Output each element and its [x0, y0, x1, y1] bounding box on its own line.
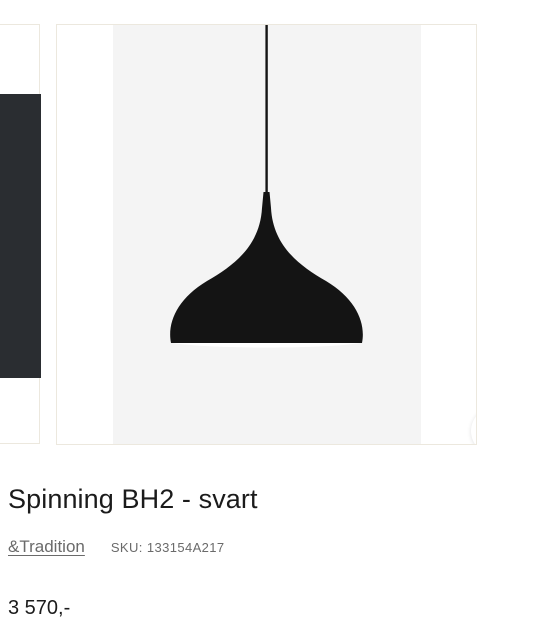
product-title: Spinning BH2 - svart — [8, 484, 258, 514]
previous-product-image — [0, 94, 41, 378]
sku: SKU: 133154A217 — [111, 540, 225, 555]
previous-image-card[interactable] — [0, 24, 41, 444]
lamp-inner-rim — [173, 343, 360, 348]
pendant-lamp-image — [170, 25, 363, 348]
product-page: Spinning BH2 - svart &Tradition SKU: 1331… — [0, 0, 536, 619]
main-product-image-card[interactable] — [56, 24, 477, 445]
product-meta: &Tradition SKU: 133154A217 — [8, 537, 225, 557]
product-price: 3 570,- — [8, 597, 71, 619]
sku-label: SKU: — [110, 540, 143, 555]
lamp-top-fitting — [262, 192, 271, 208]
lamp-cord — [265, 25, 268, 193]
lamp-shade — [170, 208, 363, 343]
sku-value: 133154A217 — [146, 540, 225, 555]
brand-link[interactable]: &Tradition — [8, 537, 85, 557]
